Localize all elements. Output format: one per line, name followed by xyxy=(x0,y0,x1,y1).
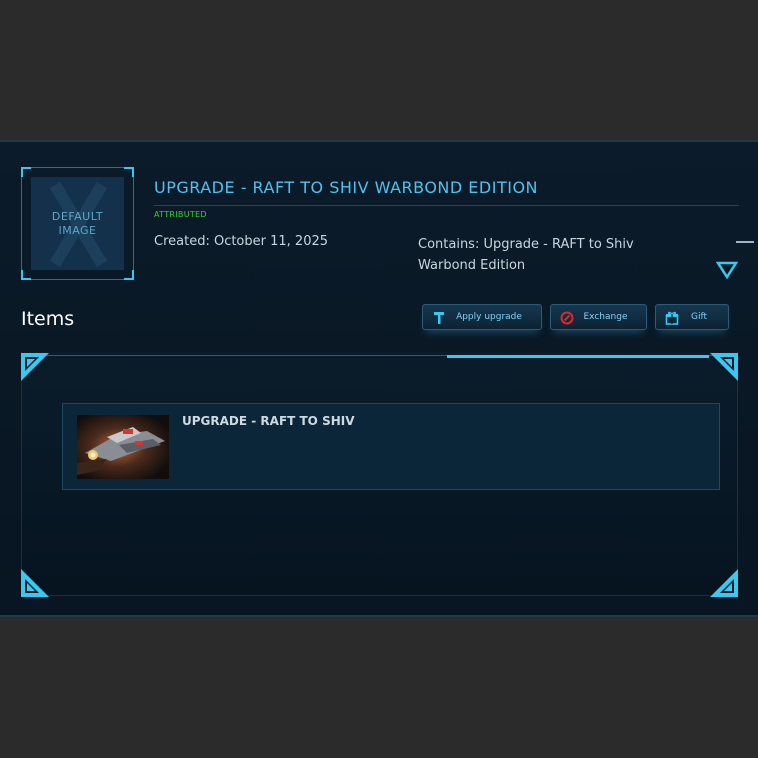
default-image-label-line1: DEFAULT xyxy=(51,210,104,223)
items-heading: Items xyxy=(21,308,75,330)
title-divider xyxy=(154,205,739,206)
thumbnail-corner xyxy=(124,167,134,177)
ship-thumbnail xyxy=(77,415,169,479)
thumbnail-corner xyxy=(21,167,31,177)
apply-upgrade-label: Apply upgrade xyxy=(456,312,522,322)
thumbnail-corner xyxy=(124,270,134,280)
apply-upgrade-button[interactable]: Apply upgrade xyxy=(422,304,542,330)
pledge-thumbnail: DEFAULT IMAGE xyxy=(21,167,134,280)
collapse-icon[interactable] xyxy=(736,241,754,243)
pledge-panel: DEFAULT IMAGE UPGRADE - RAFT TO SHIV WAR… xyxy=(0,140,758,617)
default-image-placeholder: DEFAULT IMAGE xyxy=(31,177,124,270)
frame-corner-top-left xyxy=(21,353,49,381)
gift-button[interactable]: Gift xyxy=(655,304,729,330)
frame-corner-bottom-left xyxy=(21,569,49,597)
pledge-title: UPGRADE - RAFT TO SHIV WARBOND EDITION xyxy=(154,178,539,197)
frame-corner-top-right xyxy=(710,353,738,381)
thumbnail-corner xyxy=(21,270,31,280)
default-image-label: DEFAULT IMAGE xyxy=(31,210,124,238)
default-image-label-line2: IMAGE xyxy=(58,224,97,237)
list-item[interactable]: UPGRADE - RAFT TO SHIV xyxy=(62,403,720,490)
item-name: UPGRADE - RAFT TO SHIV xyxy=(182,414,355,428)
exchange-button[interactable]: Exchange xyxy=(550,304,647,330)
contains-text: Contains: Upgrade - RAFT to Shiv Warbond… xyxy=(418,237,634,273)
status-badge: ATTRIBUTED xyxy=(154,210,207,219)
gift-label: Gift xyxy=(690,312,707,322)
created-date: Created: October 11, 2025 xyxy=(154,234,329,249)
frame-corner-bottom-right xyxy=(710,569,738,597)
items-container-highlight xyxy=(447,355,709,358)
expand-triangle-icon[interactable] xyxy=(716,261,738,279)
exchange-label: Exchange xyxy=(583,312,628,322)
